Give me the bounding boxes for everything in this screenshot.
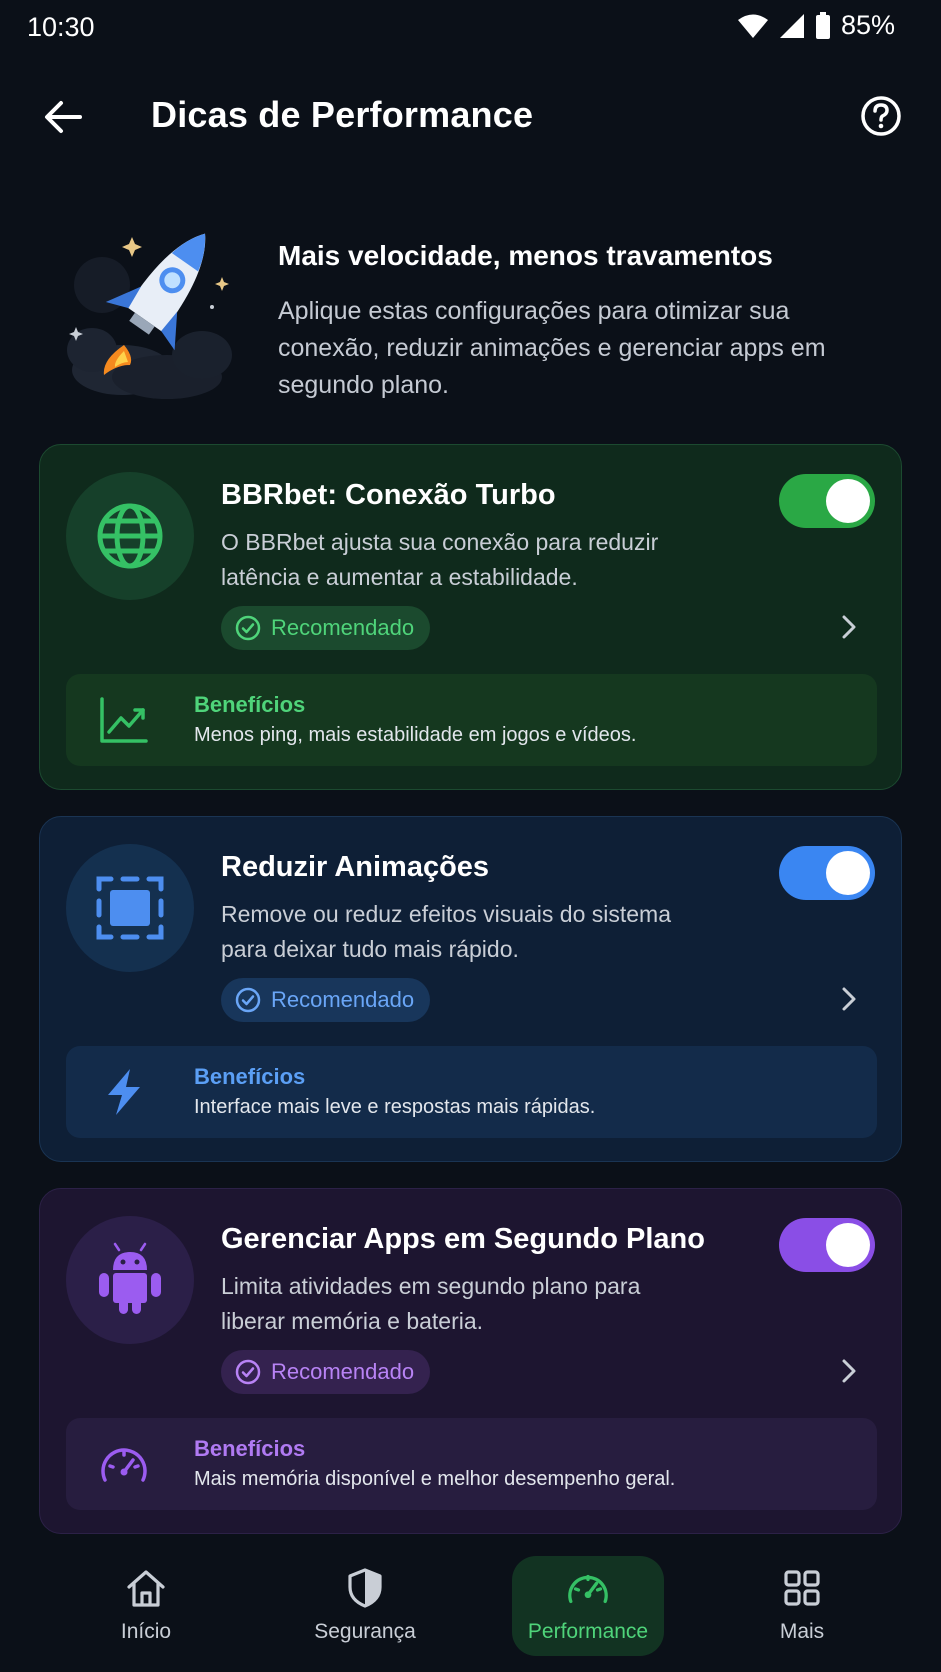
card-details-chevron[interactable] xyxy=(833,1355,865,1387)
nav-item-more[interactable]: Mais xyxy=(742,1556,862,1656)
gauge-icon xyxy=(98,1438,150,1490)
nav-item-home[interactable]: Início xyxy=(86,1556,206,1656)
battery-icon xyxy=(815,11,831,40)
nav-label: Mais xyxy=(779,1620,825,1643)
shield-icon xyxy=(343,1566,387,1610)
card-details-chevron[interactable] xyxy=(833,983,865,1015)
benefit-title: Benefícios xyxy=(194,1064,306,1089)
status-bar: 10:30 85% xyxy=(0,0,941,56)
benefit-title: Benefícios xyxy=(194,1436,306,1461)
card-icon-circle xyxy=(66,472,194,600)
nav-label: Início xyxy=(120,1620,172,1643)
benefit-text: Interface mais leve e respostas mais ráp… xyxy=(194,1096,596,1118)
nav-item-security[interactable]: Segurança xyxy=(290,1556,440,1656)
hero-title: Mais velocidade, menos travamentos xyxy=(278,240,773,271)
card-title: Reduzir Animações xyxy=(221,851,490,883)
bottom-navigation: Início Segurança Performance Mais xyxy=(0,1540,941,1672)
check-circle-icon xyxy=(235,987,261,1013)
benefit-text: Mais memória disponível e melhor desempe… xyxy=(194,1468,676,1490)
badge-label: Recomendado xyxy=(271,987,415,1012)
status-time: 10:30 xyxy=(27,12,95,42)
recommended-badge: Recomendado xyxy=(221,1350,431,1394)
benefit-title: Benefícios xyxy=(194,692,306,717)
animations-toggle[interactable] xyxy=(779,846,875,900)
card-description: Remove ou reduz efeitos visuais do siste… xyxy=(221,901,671,962)
home-icon xyxy=(124,1566,168,1610)
trending-chart-icon xyxy=(98,694,150,746)
nav-label: Performance xyxy=(527,1620,649,1643)
status-icons: 85% xyxy=(737,10,895,41)
card-icon-circle xyxy=(66,1216,194,1344)
top-app-bar: Dicas de Performance xyxy=(0,80,941,152)
help-button[interactable] xyxy=(857,92,905,140)
toggle-knob xyxy=(826,1223,870,1267)
grid-icon xyxy=(780,1566,824,1610)
battery-percent: 85% xyxy=(840,10,895,40)
screen-frame-icon xyxy=(96,876,164,940)
card-description: Limita atividades em segundo plano para … xyxy=(221,1273,641,1334)
back-button[interactable] xyxy=(40,94,86,140)
android-icon xyxy=(99,1242,161,1314)
card-details-chevron[interactable] xyxy=(833,611,865,643)
benefit-box: Benefícios Menos ping, mais estabilidade… xyxy=(66,674,877,766)
recommended-badge: Recomendado xyxy=(221,978,431,1022)
chevron-right-icon xyxy=(842,615,856,639)
help-icon xyxy=(861,96,901,136)
rocket-illustration xyxy=(62,215,242,400)
nav-label: Segurança xyxy=(314,1620,416,1643)
page-title: Dicas de Performance xyxy=(151,94,534,135)
card-bbrbet-turbo[interactable]: BBRbet: Conexão Turbo O BBRbet ajusta su… xyxy=(39,444,902,790)
bbrbet-toggle[interactable] xyxy=(779,474,875,528)
benefit-box: Benefícios Interface mais leve e respost… xyxy=(66,1046,877,1138)
signal-icon xyxy=(779,13,805,39)
wifi-icon xyxy=(737,13,769,39)
background-apps-toggle[interactable] xyxy=(779,1218,875,1272)
chevron-right-icon xyxy=(842,1359,856,1383)
hero-section: Mais velocidade, menos travamentos Apliq… xyxy=(0,215,941,415)
lightning-icon xyxy=(98,1066,150,1118)
badge-label: Recomendado xyxy=(271,615,415,640)
hero-description: Aplique estas configurações para otimiza… xyxy=(278,297,826,399)
card-title: BBRbet: Conexão Turbo xyxy=(221,479,556,511)
toggle-knob xyxy=(826,851,870,895)
badge-label: Recomendado xyxy=(271,1359,415,1384)
nav-item-performance[interactable]: Performance xyxy=(512,1556,664,1656)
chevron-right-icon xyxy=(842,987,856,1011)
toggle-knob xyxy=(826,479,870,523)
speedometer-icon xyxy=(566,1566,610,1610)
card-description: O BBRbet ajusta sua conexão para reduzir… xyxy=(221,529,659,590)
arrow-left-icon xyxy=(45,101,82,133)
card-background-apps[interactable]: Gerenciar Apps em Segundo Plano Limita a… xyxy=(39,1188,902,1534)
card-reduce-animations[interactable]: Reduzir Animações Remove ou reduz efeito… xyxy=(39,816,902,1162)
check-circle-icon xyxy=(235,1359,261,1385)
card-icon-circle xyxy=(66,844,194,972)
card-title: Gerenciar Apps em Segundo Plano xyxy=(221,1223,705,1255)
benefit-box: Benefícios Mais memória disponível e mel… xyxy=(66,1418,877,1510)
benefit-text: Menos ping, mais estabilidade em jogos e… xyxy=(194,724,637,746)
recommended-badge: Recomendado xyxy=(221,606,431,650)
check-circle-icon xyxy=(235,615,261,641)
globe-icon xyxy=(97,503,163,569)
